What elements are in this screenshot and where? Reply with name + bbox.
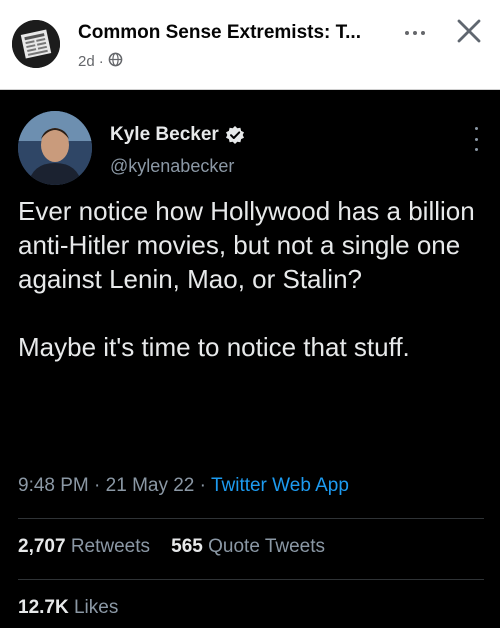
author-avatar[interactable] xyxy=(18,111,92,185)
tweet-source[interactable]: Twitter Web App xyxy=(211,475,349,496)
retweets-stat[interactable]: 2,707 Retweets xyxy=(18,536,150,557)
ellipsis-icon[interactable] xyxy=(398,20,432,46)
page-name[interactable]: Common Sense Extremists: T... xyxy=(78,22,361,44)
globe-icon[interactable] xyxy=(108,52,123,71)
tweet-paragraph: Maybe it's time to notice that stuff. xyxy=(18,332,410,362)
vertical-ellipsis-icon[interactable] xyxy=(470,127,482,151)
quote-tweets-stat[interactable]: 565 Quote Tweets xyxy=(171,536,325,557)
tweet-stats: 2,707 Retweets 565 Quote Tweets xyxy=(18,536,325,558)
tweet-date[interactable]: 21 May 22 xyxy=(106,475,195,496)
likes-label: Likes xyxy=(73,597,119,618)
divider xyxy=(18,518,484,519)
facebook-post-header: Common Sense Extremists: T... 2d · xyxy=(0,0,500,90)
author-name[interactable]: Kyle Becker xyxy=(110,124,219,146)
likes-count: 12.7K xyxy=(18,597,69,618)
post-meta: 2d · xyxy=(78,52,123,71)
retweets-count: 2,707 xyxy=(18,536,66,557)
page-avatar[interactable] xyxy=(12,20,60,68)
likes-stat[interactable]: 12.7K Likes xyxy=(18,597,118,619)
post-time[interactable]: 2d xyxy=(78,53,95,70)
newspaper-icon xyxy=(12,20,60,68)
verified-badge-icon xyxy=(225,125,245,145)
quote-tweets-count: 565 xyxy=(171,536,203,557)
tweet-time[interactable]: 9:48 PM xyxy=(18,475,89,496)
tweet-text: Ever notice how Hollywood has a billion … xyxy=(18,194,488,364)
author-handle[interactable]: @kylenabecker xyxy=(110,156,234,177)
close-icon[interactable] xyxy=(452,14,486,48)
divider xyxy=(18,579,484,580)
meta-separator: · xyxy=(98,53,104,70)
author-name-row: Kyle Becker xyxy=(110,124,245,146)
quote-tweets-label: Quote Tweets xyxy=(208,536,326,557)
tweet-meta: 9:48 PM · 21 May 22 · Twitter Web App xyxy=(18,475,349,496)
tweet-paragraph: Ever notice how Hollywood has a billion … xyxy=(18,196,475,294)
retweets-label: Retweets xyxy=(70,536,151,557)
tweet-card: Kyle Becker @kylenabecker Ever notice ho… xyxy=(0,91,500,628)
